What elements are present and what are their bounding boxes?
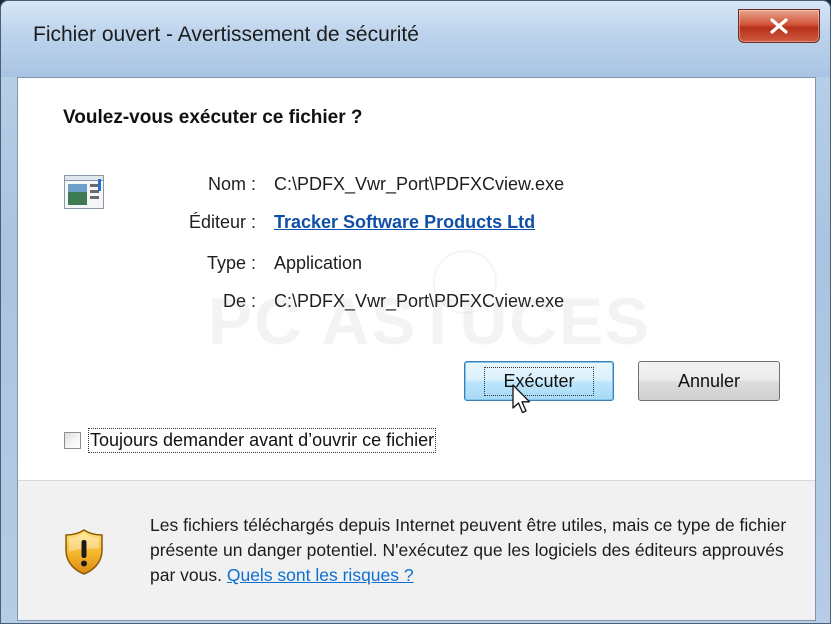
warning-text-block: Les fichiers téléchargés depuis Internet… [150,513,800,588]
cancel-button[interactable]: Annuler [638,361,780,401]
mouse-pointer-icon [512,384,531,414]
run-button[interactable]: Exécuter [464,361,614,401]
risks-link[interactable]: Quels sont les risques ? [227,565,414,585]
application-icon [64,175,104,209]
shield-warning-icon [65,529,103,575]
always-ask-label[interactable]: Toujours demander avant d’ouvrir ce fich… [88,428,437,453]
window-title: Fichier ouvert - Avertissement de sécuri… [33,23,419,46]
close-icon [770,18,788,34]
watermark-logo: PC ASTUCES [208,284,651,358]
type-label: Type : [206,253,256,273]
warning-footer: Les fichiers téléchargés depuis Internet… [18,481,815,620]
question-heading: Voulez-vous exécuter ce fichier ? [63,107,363,128]
close-button[interactable] [738,9,820,43]
security-warning-window: Fichier ouvert - Avertissement de sécuri… [0,0,831,624]
name-label: Nom : [207,174,256,194]
dialog-body: Voulez-vous exécuter ce fichier ? Nom : … [17,77,816,621]
name-value: C:\PDFX_Vwr_Port\PDFXCview.exe [274,174,565,194]
title-bar[interactable]: Fichier ouvert - Avertissement de sécuri… [1,1,830,77]
type-value: Application [274,253,363,273]
always-ask-checkbox[interactable] [64,432,81,449]
publisher-link[interactable]: Tracker Software Products Ltd [274,212,535,233]
publisher-label: Éditeur : [188,212,256,232]
run-button-label: Exécuter [484,366,594,396]
